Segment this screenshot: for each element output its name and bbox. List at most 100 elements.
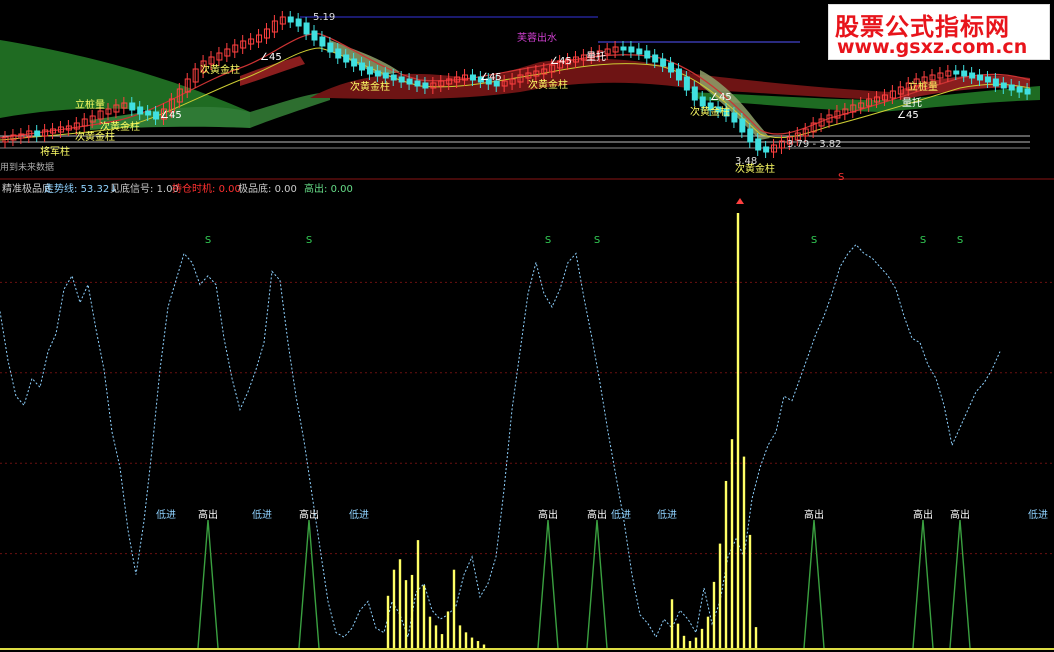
watermark-logo: 股票公式指标网 www.gsxz.com.cn — [828, 4, 1050, 60]
signal-bar — [404, 580, 408, 648]
sell-s-marker: S — [957, 235, 963, 246]
angle-label-6: ∠45 — [710, 92, 732, 103]
signal-bar — [754, 627, 758, 648]
candle-body — [961, 70, 968, 77]
candle-body — [683, 76, 690, 91]
candle-body — [366, 66, 373, 75]
high-signal-peak — [912, 519, 934, 649]
low-signal-label: 低进 — [657, 508, 677, 521]
candle-body — [992, 78, 999, 87]
signal-bar — [398, 559, 402, 648]
signal-bar — [688, 641, 692, 648]
sell-s-marker: S — [545, 235, 551, 246]
candle-body — [675, 68, 682, 81]
signal-bar — [428, 616, 432, 648]
signal-bar — [730, 439, 734, 648]
signal-bar — [482, 644, 486, 648]
signal-bar — [416, 540, 420, 648]
low-signal-label: 低进 — [1028, 508, 1048, 521]
sell-s-marker: S — [594, 235, 600, 246]
high-signal-label: 高出 — [198, 508, 218, 521]
signal-bar — [676, 623, 680, 648]
candle-body — [359, 62, 366, 71]
high-signal-label: 高出 — [538, 508, 558, 521]
candle-body — [644, 50, 651, 59]
signal-bar — [446, 611, 450, 648]
angle-label-1: ∠45 — [260, 52, 282, 63]
general-pillar-label: 将军柱 — [40, 145, 70, 158]
low-signal-label: 低进 — [156, 508, 176, 521]
pass-water-label: 芙蓉出水 — [517, 31, 557, 44]
candle-body — [1024, 88, 1031, 95]
signal-bar — [748, 534, 752, 648]
candle-body — [319, 36, 326, 47]
candle-body — [398, 76, 405, 83]
angle-label-5: ∠45 — [897, 110, 919, 121]
candle-body — [652, 54, 659, 63]
candle-body — [351, 58, 358, 67]
signal-bar — [386, 595, 390, 648]
candle-body — [382, 72, 389, 79]
price-range-label: 3.79 - 3.82 — [787, 139, 842, 150]
high-signal-label: 高出 — [913, 508, 933, 521]
price-low-label: 3.48 — [735, 156, 757, 167]
signal-bar — [682, 635, 686, 648]
candle-body — [343, 54, 350, 63]
watermark-url: www.gsxz.com.cn — [837, 36, 1028, 58]
signal-bar — [736, 213, 740, 648]
indicator-item-value: 0.00 — [330, 184, 353, 195]
high-signal-label: 高出 — [950, 508, 970, 521]
signal-bar — [476, 641, 480, 648]
sell-s-marker: S — [205, 235, 211, 246]
low-signal-label: 低进 — [611, 508, 631, 521]
signal-bar — [464, 632, 468, 648]
peak-arrow-marker — [736, 198, 744, 204]
gold-pillar-label: 次黄金柱 — [200, 63, 240, 76]
signal-bar — [670, 599, 674, 648]
signal-bar — [700, 628, 704, 648]
gold-pillar-label-3: 次黄金柱 — [528, 78, 568, 91]
candle-body — [287, 16, 294, 23]
indicator-item-label: 持仓时机: — [172, 184, 219, 195]
candle-body — [699, 96, 706, 107]
indicator-item-1: 见底信号: 1.00 — [110, 180, 179, 195]
signal-bar — [422, 585, 426, 648]
high-signal-label: 高出 — [804, 508, 824, 521]
indicator-item-label: 高出: — [304, 184, 331, 195]
candle-body — [739, 118, 746, 133]
candle-body — [153, 111, 160, 120]
high-signal-label: 高出 — [587, 508, 607, 521]
gold-pillar-label-5: 次黄金柱 — [75, 130, 115, 143]
signal-bar — [718, 543, 722, 648]
candle-body — [129, 102, 136, 111]
stand-volume-label-1: 立桩量 — [75, 98, 105, 111]
candle-body — [137, 106, 144, 115]
indicator-item-value: 0.00 — [274, 184, 297, 195]
candle-body — [620, 46, 627, 51]
candle-body — [406, 78, 413, 85]
candle-body — [303, 22, 310, 35]
candle-body — [755, 138, 762, 151]
candle-body — [977, 74, 984, 81]
signal-bar — [742, 456, 746, 648]
signal-bar — [724, 480, 728, 648]
candle-body — [295, 18, 302, 27]
signal-bar — [452, 569, 456, 648]
high-signal-peak — [537, 519, 559, 649]
candle-body — [327, 42, 334, 53]
candle-body — [311, 30, 318, 41]
candle-body — [34, 130, 41, 137]
candle-body — [374, 70, 381, 77]
trend-line — [0, 243, 1001, 640]
angle-label-4: ∠45 — [160, 110, 182, 121]
candle-body — [747, 128, 754, 143]
signal-bar — [392, 569, 396, 648]
stock-chart: 5.19芙蓉出水次黄金柱次黄金柱 次黄金柱次黄金柱次黄金柱次黄金柱次黄金柱∠45∠… — [0, 11, 1054, 650]
sell-s-marker: S — [920, 235, 926, 246]
high-signal-peak — [298, 519, 320, 649]
gold-pillar-label-2: 次黄金柱 — [350, 80, 390, 93]
candle-body — [763, 146, 770, 153]
high-signal-peak — [586, 519, 608, 649]
indicator-item-3: 极品底: 0.00 — [238, 180, 297, 195]
sell-s-marker: S — [306, 235, 312, 246]
